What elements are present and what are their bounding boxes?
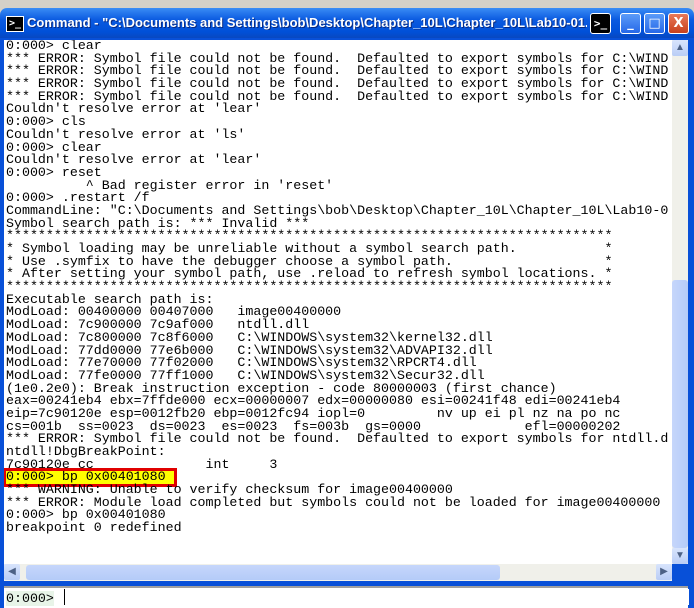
window-title: Command - "C:\Documents and Settings\bob… bbox=[27, 15, 587, 30]
command-prompt: 0:000> bbox=[6, 591, 54, 606]
scroll-up-icon[interactable]: ▲ bbox=[672, 40, 688, 56]
output-line: Couldn't resolve error at 'lear' bbox=[6, 152, 262, 168]
command-window-icon: >_ bbox=[6, 16, 24, 32]
minimize-button[interactable]: _ bbox=[620, 13, 641, 34]
close-button[interactable]: X bbox=[668, 13, 689, 34]
scroll-right-icon[interactable]: ▶ bbox=[656, 564, 672, 580]
scroll-down-icon[interactable]: ▼ bbox=[672, 548, 688, 564]
horizontal-scrollbar[interactable]: ◀ ▶ bbox=[4, 564, 672, 581]
command-output: 0:000> clear *** ERROR: Symbol file could… bbox=[4, 40, 672, 564]
horizontal-scroll-thumb[interactable] bbox=[26, 565, 500, 580]
cmd-icon-button[interactable]: >_ bbox=[590, 13, 611, 34]
output-line: Couldn't resolve error at 'lear' bbox=[6, 101, 262, 117]
title-bar[interactable]: >_ Command - "C:\Documents and Settings\… bbox=[0, 8, 694, 38]
command-input-row: 0:000> bbox=[4, 586, 689, 608]
scroll-left-icon[interactable]: ◀ bbox=[4, 564, 20, 580]
command-input[interactable] bbox=[64, 589, 689, 605]
maximize-button[interactable]: □ bbox=[644, 13, 665, 34]
output-line: breakpoint 0 redefined bbox=[6, 520, 182, 536]
vertical-scroll-thumb[interactable] bbox=[672, 280, 688, 548]
output-line: Couldn't resolve error at 'ls' bbox=[6, 126, 246, 142]
vertical-scrollbar[interactable]: ▲ ▼ bbox=[672, 40, 688, 564]
